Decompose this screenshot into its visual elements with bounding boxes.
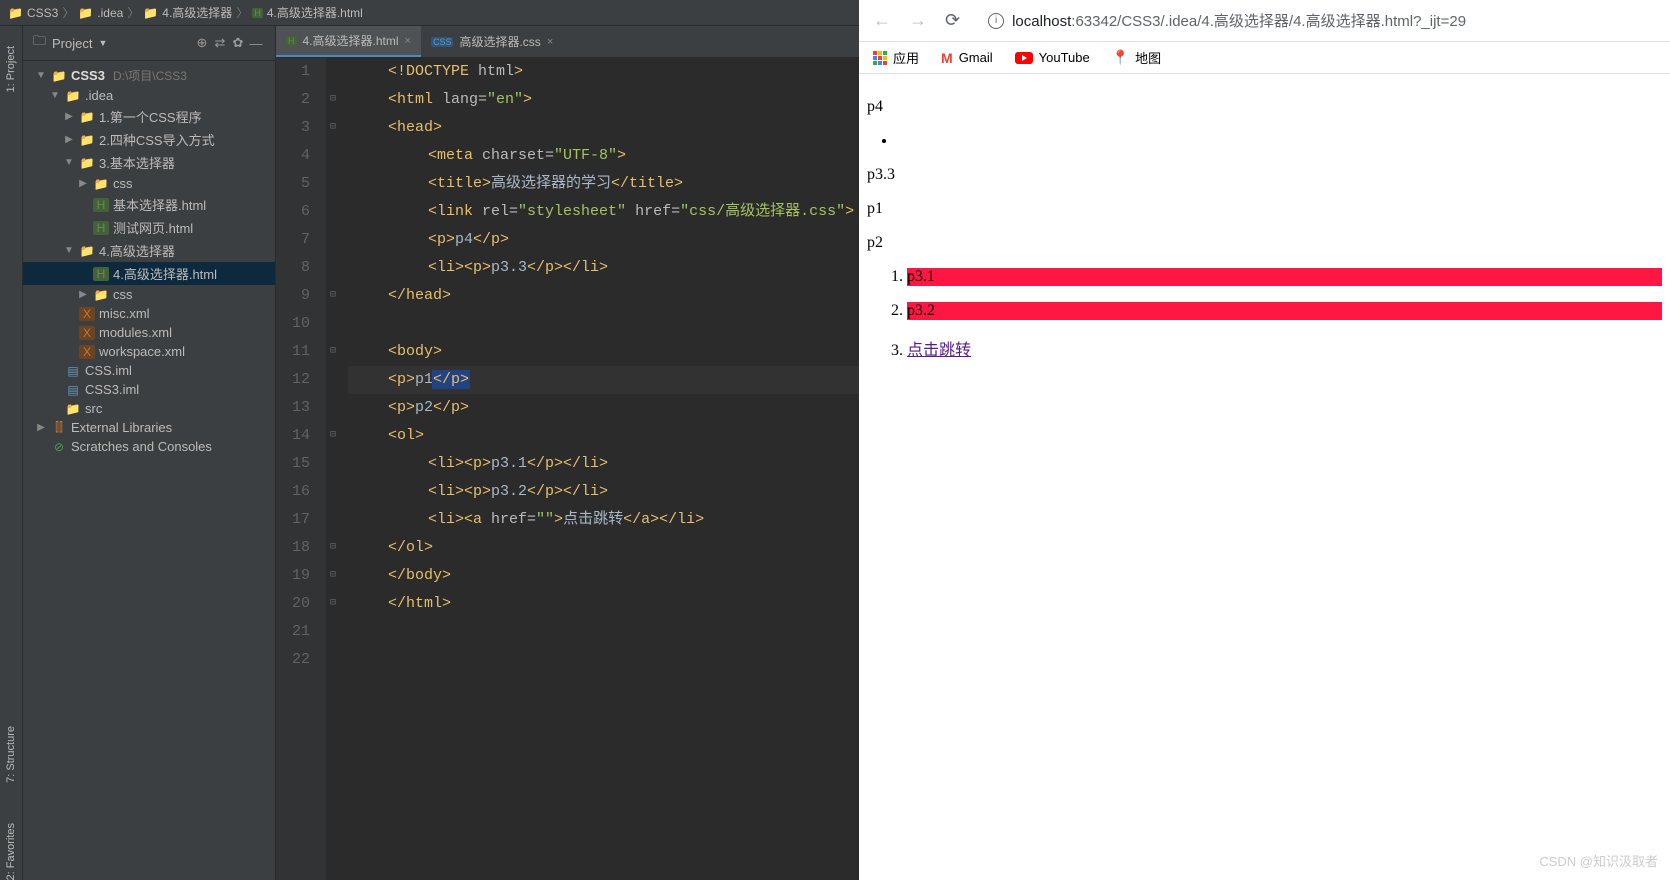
close-icon[interactable]: × (547, 36, 553, 48)
html-icon: H (252, 8, 263, 18)
text-p33: p3.3 (867, 166, 1662, 184)
text-p2: p2 (867, 234, 1662, 252)
browser-toolbar: ← → ⟳ i localhost:63342/CSS3/.idea/4.高级选… (859, 0, 1670, 42)
tree-file[interactable]: Xmodules.xml (23, 323, 275, 342)
gmail-icon: M (941, 50, 953, 66)
locate-icon[interactable]: ⊕ (193, 34, 211, 52)
tree-scratches[interactable]: ⊘Scratches and Consoles (23, 437, 275, 456)
tree-folder[interactable]: 📁src (23, 399, 275, 418)
text-p4: p4 (867, 98, 1662, 116)
tree-folder[interactable]: ▼📁.idea (23, 86, 275, 105)
tree-folder[interactable]: ▼📁3.基本选择器 (23, 151, 275, 174)
tree-file[interactable]: Xworkspace.xml (23, 342, 275, 361)
bookmark-apps[interactable]: 应用 (873, 48, 919, 67)
back-button[interactable]: ← (873, 10, 891, 31)
info-icon[interactable]: i (988, 13, 1004, 29)
project-tree: ▼📁CSS3D:\项目\CSS3 ▼📁.idea ▶📁1.第一个CSS程序 ▶📁… (23, 61, 275, 880)
tree-external-libs[interactable]: ▶⫿⫿External Libraries (23, 418, 275, 437)
breadcrumb-item[interactable]: CSS3 (27, 6, 58, 20)
left-tool-tabs: 1: Project 7: Structure 2: Favorites (0, 26, 23, 880)
breadcrumb: 📁 CSS3 〉 📁 .idea 〉 📁 4.高级选择器 〉 H 4.高级选择器… (0, 0, 859, 26)
folder-icon: 📁 (8, 6, 23, 20)
link-jump[interactable]: 点击跳转 (907, 342, 971, 359)
youtube-icon (1015, 52, 1033, 64)
code-content[interactable]: <!DOCTYPE html> <html lang="en"> <head> … (340, 58, 859, 880)
tree-folder[interactable]: ▶📁2.四种CSS导入方式 (23, 128, 275, 151)
editor-tab-active[interactable]: H4.高级选择器.html× (276, 26, 421, 57)
tab-structure[interactable]: 7: Structure (5, 726, 17, 783)
folder-icon: 📁 (143, 6, 158, 20)
breadcrumb-item[interactable]: .idea (97, 6, 123, 20)
tree-folder[interactable]: ▶📁css (23, 174, 275, 193)
html-icon: H (286, 36, 297, 46)
maps-icon: 📍 (1112, 49, 1129, 66)
tree-folder[interactable]: ▼📁4.高级选择器 (23, 239, 275, 262)
chevron-right-icon: 〉 (127, 4, 139, 21)
bullet-empty (897, 132, 1662, 150)
code-editor[interactable]: 12345678910111213141516171819202122 ⊟⊟⊟⊟… (276, 58, 859, 880)
text-p32: p3.2 (907, 302, 1662, 320)
tree-folder[interactable]: ▶📁css (23, 285, 275, 304)
url-host: localhost (1012, 13, 1071, 30)
folder-icon: 📁 (78, 6, 93, 20)
editor-area: H4.高级选择器.html× CSS高级选择器.css× 12345678910… (276, 26, 859, 880)
editor-tab[interactable]: CSS高级选择器.css× (421, 26, 563, 57)
project-header: 🗀 Project ▼ ⊕ ⇄ ✿ — (23, 26, 275, 61)
url-bar[interactable]: i localhost:63342/CSS3/.idea/4.高级选择器/4.高… (978, 6, 1656, 35)
tree-folder[interactable]: ▶📁1.第一个CSS程序 (23, 105, 275, 128)
browser-panel: ← → ⟳ i localhost:63342/CSS3/.idea/4.高级选… (859, 0, 1670, 880)
forward-button[interactable]: → (909, 10, 927, 31)
tree-file-selected[interactable]: H4.高级选择器.html (23, 262, 275, 285)
breadcrumb-item[interactable]: 4.高级选择器.html (267, 4, 363, 21)
project-panel: 🗀 Project ▼ ⊕ ⇄ ✿ — ▼📁CSS3D:\项目\CSS3 ▼📁.… (23, 26, 276, 880)
text-p1: p1 (867, 200, 1662, 218)
minimize-icon[interactable]: — (247, 34, 265, 52)
bookmarks-bar: 应用 MGmail YouTube 📍地图 (859, 42, 1670, 74)
line-gutter: 12345678910111213141516171819202122 (276, 58, 326, 880)
project-title: Project (52, 36, 92, 51)
css-icon: CSS (431, 37, 454, 47)
gear-icon[interactable]: ✿ (229, 34, 247, 52)
reload-button[interactable]: ⟳ (945, 10, 960, 31)
ide-panel: 📁 CSS3 〉 📁 .idea 〉 📁 4.高级选择器 〉 H 4.高级选择器… (0, 0, 859, 880)
bookmark-youtube[interactable]: YouTube (1015, 50, 1090, 65)
list-item: p3.1 (907, 268, 1662, 286)
fold-gutter: ⊟⊟⊟⊟⊟⊟⊟⊟ (326, 58, 340, 880)
tree-file[interactable]: ▤CSS3.iml (23, 380, 275, 399)
page-content: p4 p3.3 p1 p2 p3.1 p3.2 点击跳转 (859, 74, 1670, 880)
url-path: :63342/CSS3/.idea/4.高级选择器/4.高级选择器.html?_… (1071, 13, 1466, 30)
chevron-right-icon: 〉 (236, 4, 248, 21)
bookmark-maps[interactable]: 📍地图 (1112, 48, 1161, 67)
tab-favorites[interactable]: 2: Favorites (5, 823, 17, 880)
bookmark-gmail[interactable]: MGmail (941, 50, 993, 66)
tree-file[interactable]: H基本选择器.html (23, 193, 275, 216)
tree-file[interactable]: Xmisc.xml (23, 304, 275, 323)
dropdown-icon[interactable]: ▼ (98, 38, 107, 48)
close-icon[interactable]: × (405, 35, 411, 47)
tab-project[interactable]: 1: Project (5, 46, 17, 92)
list-item: 点击跳转 (907, 336, 1662, 360)
tree-file[interactable]: ▤CSS.iml (23, 361, 275, 380)
watermark: CSDN @知识汲取者 (1539, 851, 1658, 870)
tree-root[interactable]: ▼📁CSS3D:\项目\CSS3 (23, 65, 275, 86)
list-item: p3.2 (907, 302, 1662, 320)
apps-icon (873, 51, 887, 65)
breadcrumb-item[interactable]: 4.高级选择器 (162, 4, 232, 21)
chevron-right-icon: 〉 (62, 4, 74, 21)
text-p31: p3.1 (907, 268, 1662, 286)
tree-file[interactable]: H测试网页.html (23, 216, 275, 239)
editor-tabs: H4.高级选择器.html× CSS高级选择器.css× (276, 26, 859, 58)
project-icon: 🗀 (33, 32, 46, 54)
expand-icon[interactable]: ⇄ (211, 34, 229, 52)
